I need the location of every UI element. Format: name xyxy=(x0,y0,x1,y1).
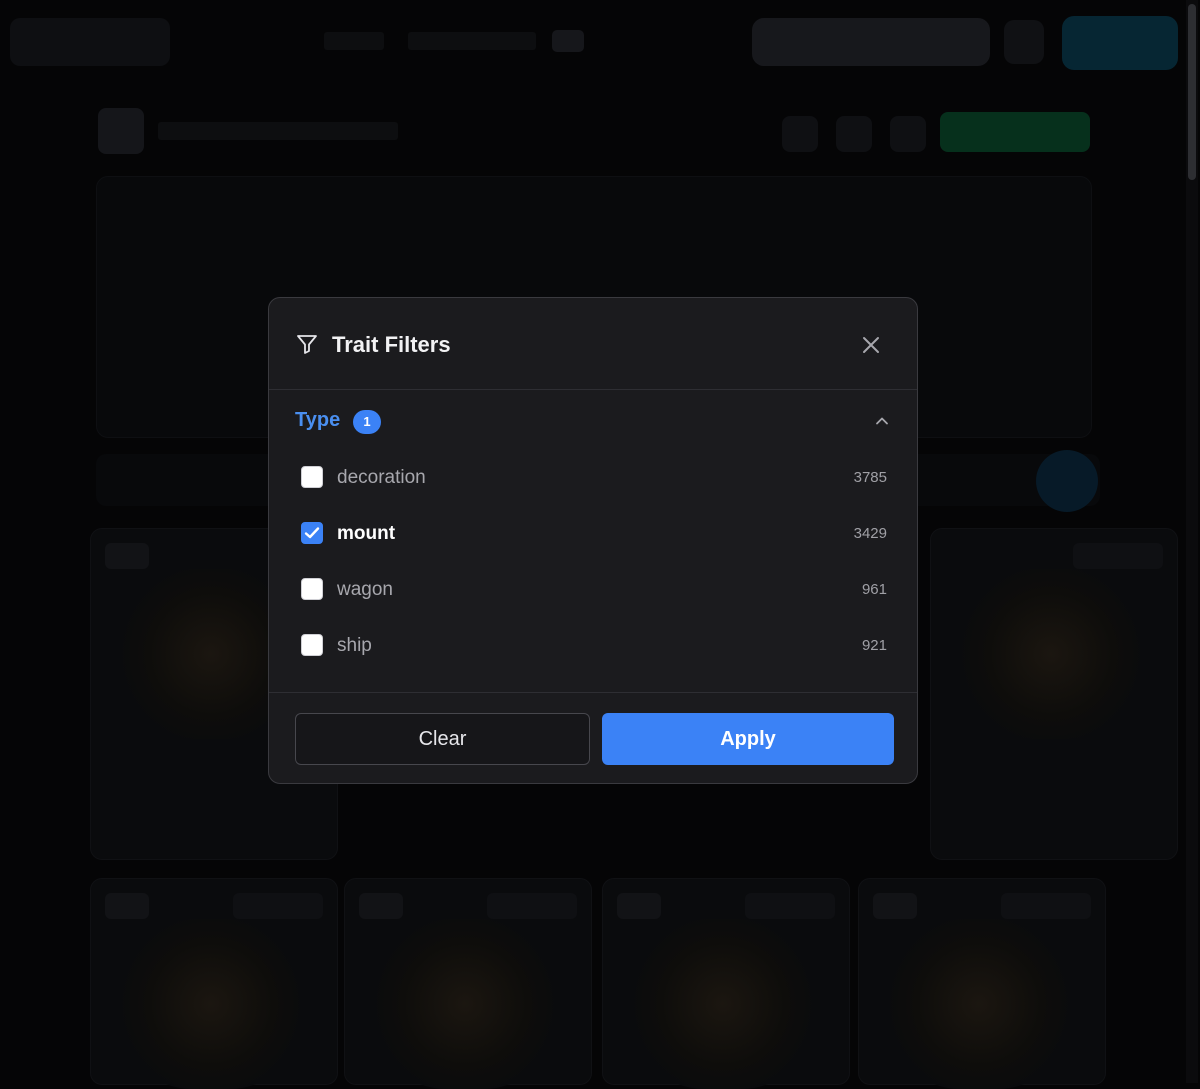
card-rank xyxy=(105,893,149,919)
collection-action xyxy=(782,116,818,152)
card-tag xyxy=(745,893,835,919)
trait-filters-dialog: Trait Filters Type 1 decoration 3785 mou… xyxy=(268,297,918,784)
nft-card xyxy=(602,878,850,1089)
option-label: mount xyxy=(337,523,396,544)
dialog-body: Type 1 decoration 3785 mount 3429 wagon … xyxy=(269,390,917,692)
collection-header xyxy=(98,108,1092,156)
checkbox-checked[interactable] xyxy=(301,522,323,544)
collection-title xyxy=(158,122,398,140)
nav-link xyxy=(324,32,384,50)
card-rank xyxy=(617,893,661,919)
card-tag xyxy=(233,893,323,919)
checkbox[interactable] xyxy=(301,466,323,488)
collection-action xyxy=(836,116,872,152)
card-image xyxy=(889,919,1069,1089)
card-tag xyxy=(1073,543,1163,569)
chevron-up-icon[interactable] xyxy=(873,412,891,430)
card-image xyxy=(961,569,1141,739)
top-navigation xyxy=(0,0,1186,84)
checkbox[interactable] xyxy=(301,578,323,600)
icon-button xyxy=(1004,20,1044,64)
section-title: Type xyxy=(295,409,341,431)
option-label: wagon xyxy=(337,579,393,600)
option-label: decoration xyxy=(337,467,426,488)
close-icon[interactable] xyxy=(857,331,885,359)
filter-icon xyxy=(297,335,317,354)
nav-badge xyxy=(552,30,584,52)
search-bar xyxy=(752,18,990,66)
nft-card xyxy=(344,878,592,1089)
card-tag xyxy=(487,893,577,919)
page-scrollbar[interactable] xyxy=(1186,0,1198,1083)
card-tag xyxy=(1001,893,1091,919)
toolbar-round-button xyxy=(1036,450,1098,512)
collection-avatar xyxy=(98,108,144,154)
dialog-title: Trait Filters xyxy=(332,332,451,357)
checkmark-icon xyxy=(304,527,320,539)
card-image xyxy=(121,919,301,1089)
nav-link xyxy=(408,32,536,50)
option-count: 3429 xyxy=(853,525,887,542)
checkbox[interactable] xyxy=(301,634,323,656)
dialog-header: Trait Filters xyxy=(269,298,917,390)
collection-action xyxy=(890,116,926,152)
nft-card xyxy=(930,528,1178,860)
card-rank xyxy=(105,543,149,569)
nft-card xyxy=(858,878,1106,1089)
option-mount[interactable]: mount 3429 xyxy=(269,510,917,558)
clear-button[interactable]: Clear xyxy=(295,713,590,765)
selected-count-badge: 1 xyxy=(353,410,381,434)
dialog-footer: Clear Apply xyxy=(269,692,917,783)
scrollbar-thumb[interactable] xyxy=(1188,4,1196,180)
option-ship[interactable]: ship 921 xyxy=(269,622,917,670)
option-label: ship xyxy=(337,635,372,656)
collection-primary-action xyxy=(940,112,1090,152)
option-wagon[interactable]: wagon 961 xyxy=(269,566,917,614)
apply-button[interactable]: Apply xyxy=(602,713,894,765)
card-rank xyxy=(873,893,917,919)
option-decoration[interactable]: decoration 3785 xyxy=(269,454,917,502)
nft-card xyxy=(90,878,338,1089)
connect-button xyxy=(1062,16,1178,70)
card-image xyxy=(375,919,555,1089)
option-count: 3785 xyxy=(853,469,887,486)
option-count: 921 xyxy=(861,637,887,654)
site-logo xyxy=(10,18,170,66)
card-rank xyxy=(359,893,403,919)
card-image xyxy=(633,919,813,1089)
option-count: 961 xyxy=(861,581,887,598)
